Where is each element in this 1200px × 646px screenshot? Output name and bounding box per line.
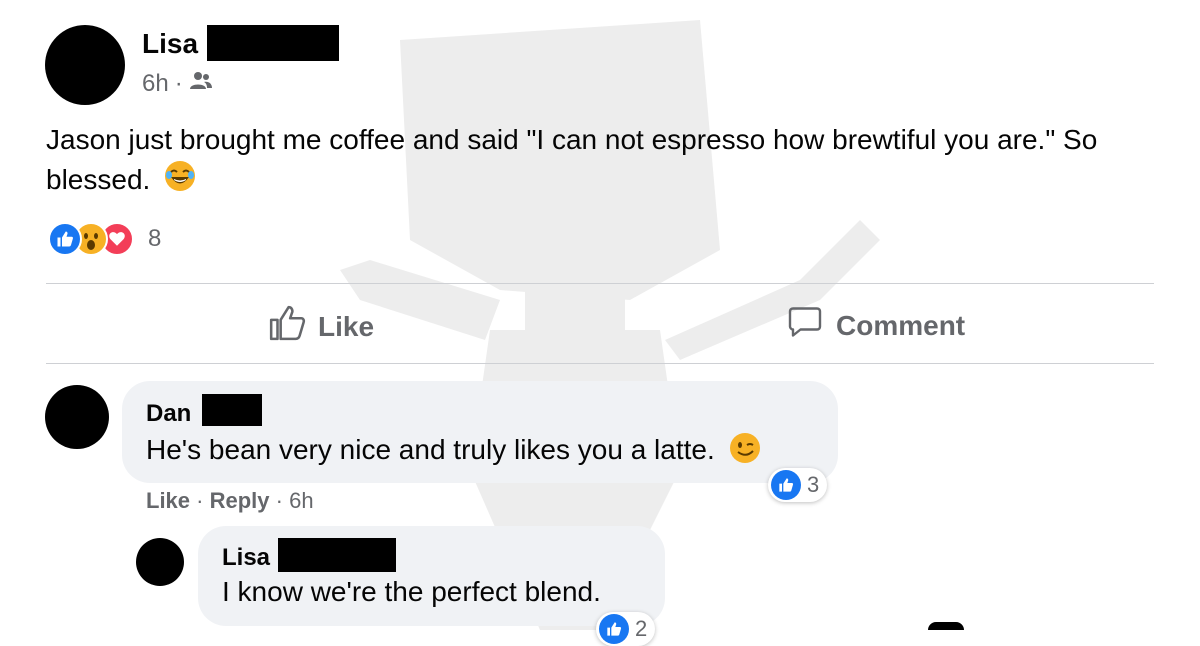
post-text-content: Jason just brought me coffee and said "I…	[46, 124, 1098, 195]
commenter-avatar[interactable]	[45, 385, 109, 449]
laughing-emoji-icon	[164, 160, 196, 203]
thumbs-up-icon	[268, 304, 306, 349]
redaction-bar	[278, 538, 396, 572]
comment-reaction-badge[interactable]: 3	[768, 468, 828, 502]
author-avatar[interactable]	[45, 25, 125, 105]
reply-reaction-badge[interactable]: 2	[596, 612, 656, 646]
post-text: Jason just brought me coffee and said "I…	[46, 120, 1136, 203]
comment-actions: Like · Reply · 6h	[146, 488, 314, 513]
post-time[interactable]: 6h	[142, 70, 169, 98]
like-reaction-icon	[48, 222, 82, 256]
comment-text-content: He's bean very nice and truly likes you …	[146, 433, 715, 465]
reaction-summary[interactable]: 8	[48, 222, 161, 256]
divider-bottom	[46, 363, 1154, 364]
reply-text: I know we're the perfect blend.	[222, 576, 601, 607]
comment-author[interactable]: Dan	[146, 400, 191, 428]
reply-avatar[interactable]	[136, 538, 184, 586]
wink-emoji-icon	[729, 432, 761, 471]
author-name[interactable]: Lisa	[142, 28, 198, 60]
divider-top	[46, 283, 1154, 284]
friends-audience-icon[interactable]	[189, 70, 213, 98]
comment-time[interactable]: 6h	[289, 488, 313, 513]
comment-label: Comment	[836, 309, 966, 341]
like-reaction-icon	[771, 470, 801, 500]
reply-author[interactable]: Lisa	[222, 544, 270, 572]
meta-separator: ·	[174, 70, 183, 97]
speech-bubble-icon	[786, 304, 824, 347]
post-meta: 6h ·	[142, 70, 213, 98]
reply-reaction-count: 2	[635, 616, 648, 641]
comment-like-link[interactable]: Like	[146, 488, 190, 513]
comment-text: He's bean very nice and truly likes you …	[146, 432, 761, 471]
comment-reply-link[interactable]: Reply	[210, 488, 270, 513]
like-label: Like	[318, 310, 375, 342]
cropped-shape	[928, 622, 964, 630]
like-reaction-icon	[599, 614, 629, 644]
comment-button[interactable]: Comment	[786, 304, 965, 347]
comment-reaction-count: 3	[807, 472, 820, 497]
reaction-count[interactable]: 8	[148, 225, 161, 253]
redaction-bar	[207, 25, 339, 61]
like-button[interactable]: Like	[268, 304, 374, 349]
redaction-bar	[202, 394, 262, 426]
